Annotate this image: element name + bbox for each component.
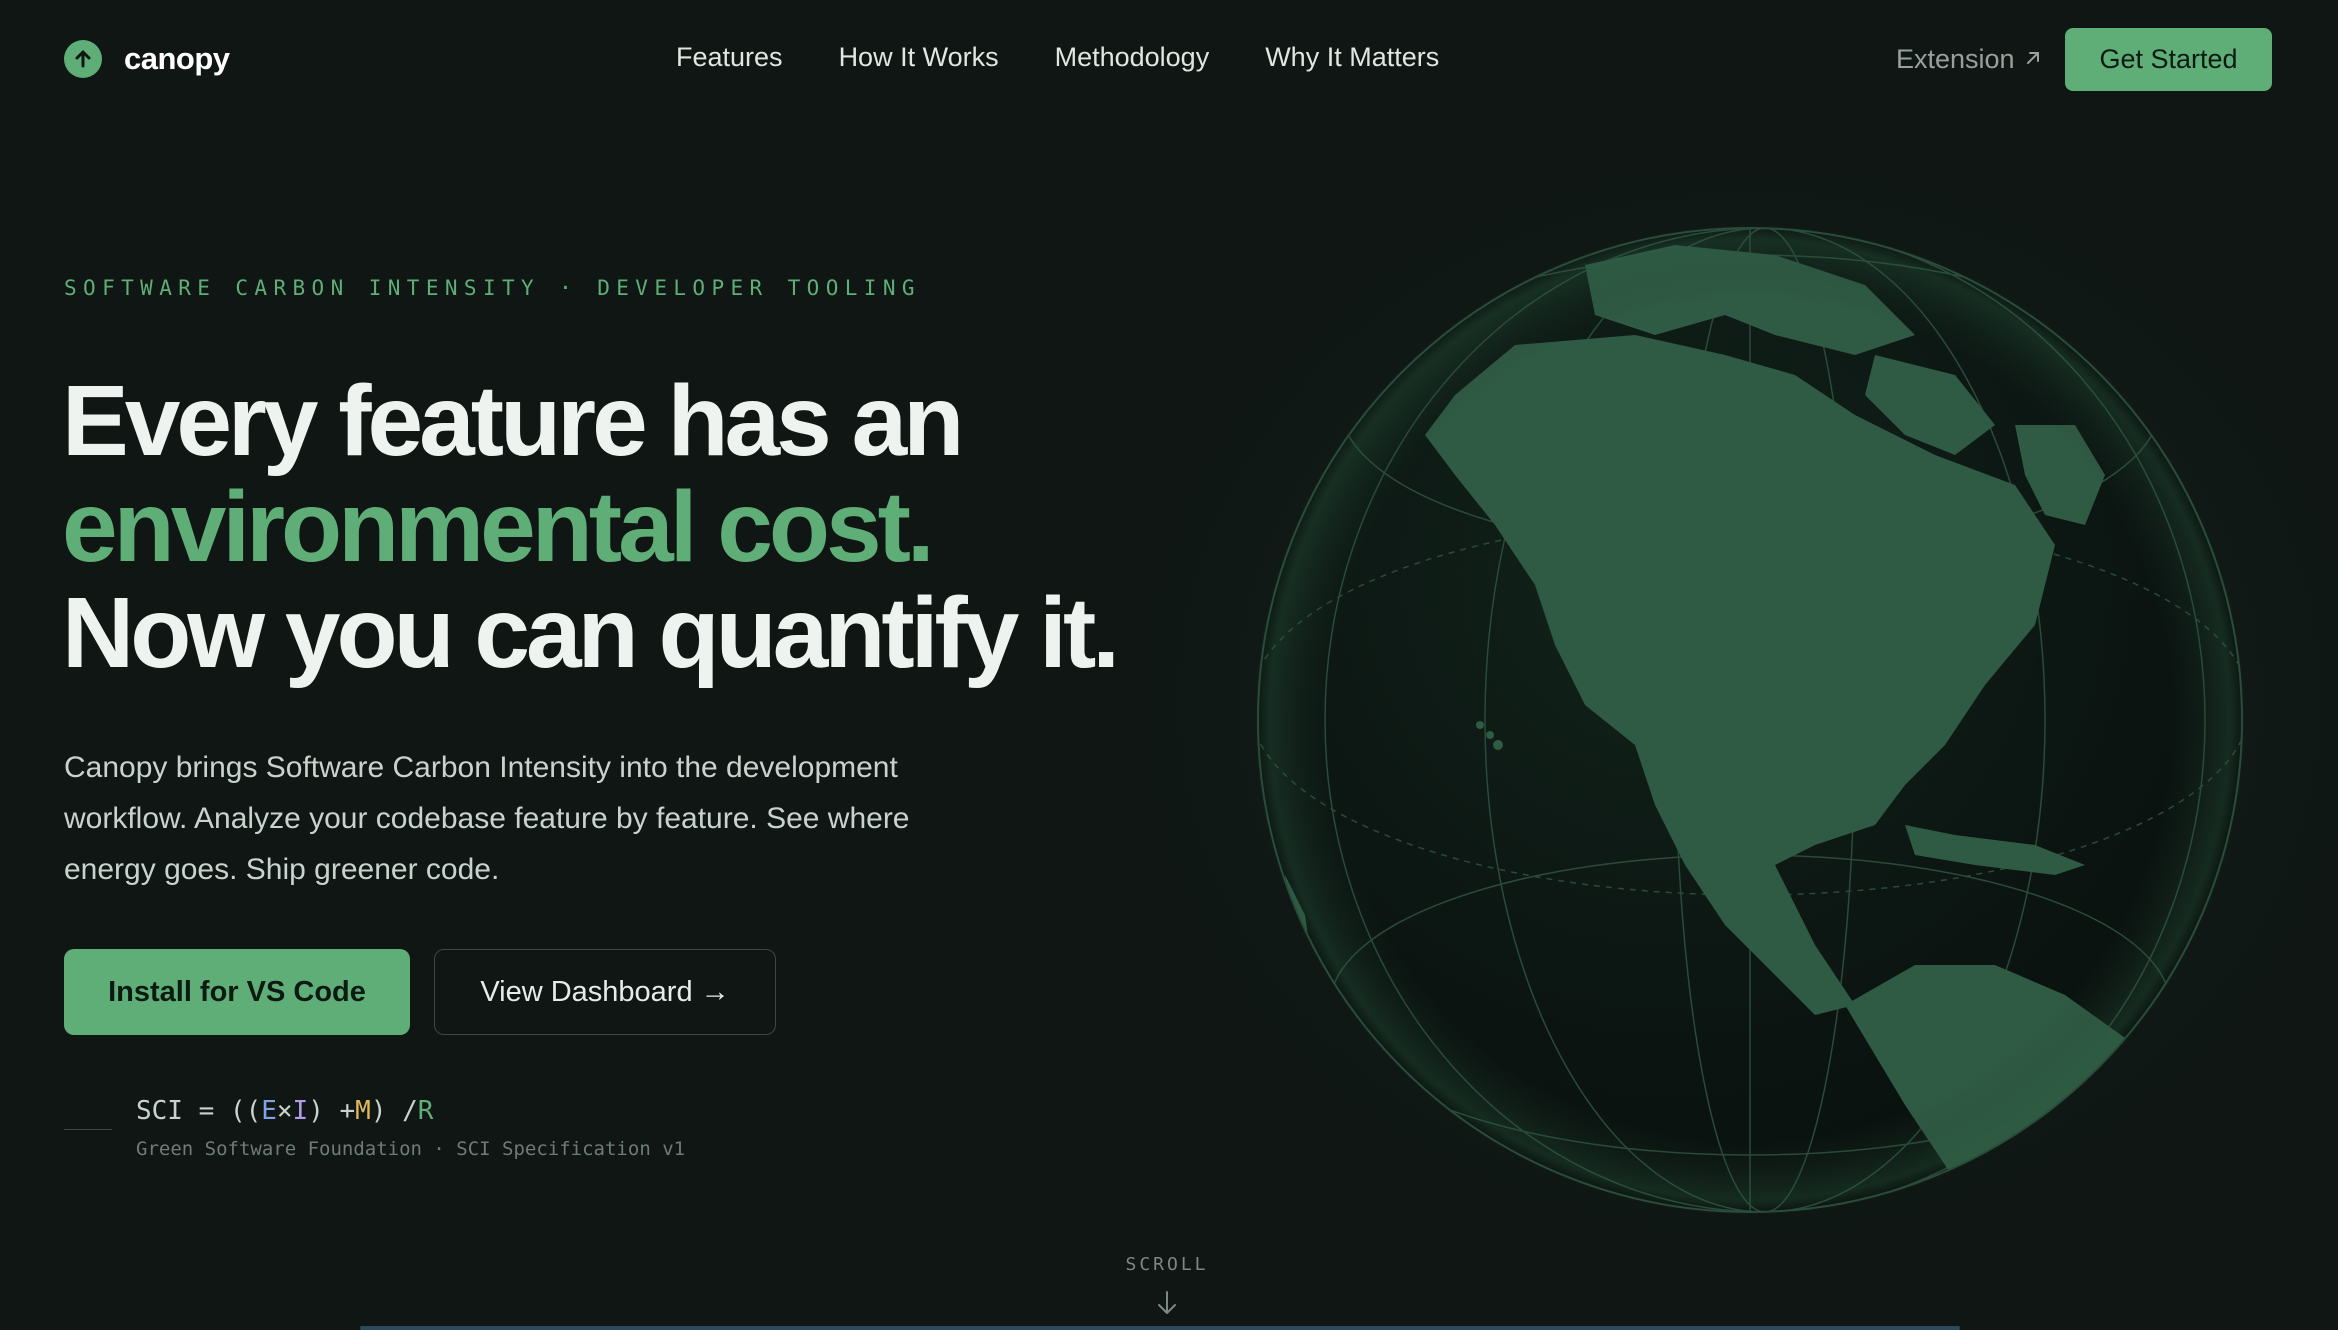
formula-prefix: SCI = ((: [136, 1096, 262, 1126]
formula-embodied: M: [355, 1096, 371, 1126]
globe-icon: [1255, 225, 2245, 1220]
formula-energy: E: [261, 1096, 277, 1126]
nav-links: Features How It Works Methodology Why It…: [676, 42, 1439, 73]
formula-div: ) /: [370, 1096, 418, 1126]
get-started-button[interactable]: Get Started: [2065, 28, 2272, 91]
headline-line-3: Now you can quantify it.: [62, 577, 1120, 689]
headline-line-2: environmental cost.: [62, 471, 935, 583]
arrow-up-right-icon: [2023, 44, 2043, 75]
hero-eyebrow: SOFTWARE CARBON INTENSITY · DEVELOPER TO…: [64, 276, 921, 300]
arrow-down-icon[interactable]: [1156, 1290, 1178, 1321]
formula-plus: ) +: [308, 1096, 356, 1126]
formula-times: ×: [276, 1096, 293, 1126]
formula-unit: R: [417, 1096, 434, 1126]
extension-link[interactable]: Extension: [1896, 44, 2043, 75]
top-nav: canopy Features How It Works Methodology…: [0, 0, 2338, 120]
next-section-edge: [360, 1326, 1960, 1330]
nav-link-methodology[interactable]: Methodology: [1055, 42, 1210, 73]
install-vscode-button[interactable]: Install for VS Code: [64, 949, 410, 1035]
nav-link-features[interactable]: Features: [676, 42, 783, 73]
hero-headline: Every feature has an environmental cost.…: [62, 365, 1120, 689]
nav-link-why-it-matters[interactable]: Why It Matters: [1265, 42, 1439, 73]
brand-name: canopy: [124, 41, 230, 76]
formula-note: Green Software Foundation · SCI Specific…: [136, 1138, 686, 1160]
formula-intensity: I: [292, 1096, 309, 1126]
headline-line-1: Every feature has an: [62, 365, 964, 477]
scroll-label: SCROLL: [1125, 1254, 1209, 1275]
brand-logo[interactable]: canopy: [64, 40, 230, 78]
hero-subtitle: Canopy brings Software Carbon Intensity …: [64, 751, 910, 886]
extension-label: Extension: [1896, 44, 2015, 74]
formula-divider: [64, 1129, 112, 1130]
sci-formula: SCI = ((E×I) +M) /R: [136, 1096, 433, 1126]
landing-page: canopy Features How It Works Methodology…: [0, 0, 2338, 1330]
view-dashboard-button[interactable]: View Dashboard →: [434, 949, 776, 1035]
nav-link-how-it-works[interactable]: How It Works: [839, 42, 999, 73]
arrow-up-circle-icon: [64, 40, 102, 78]
